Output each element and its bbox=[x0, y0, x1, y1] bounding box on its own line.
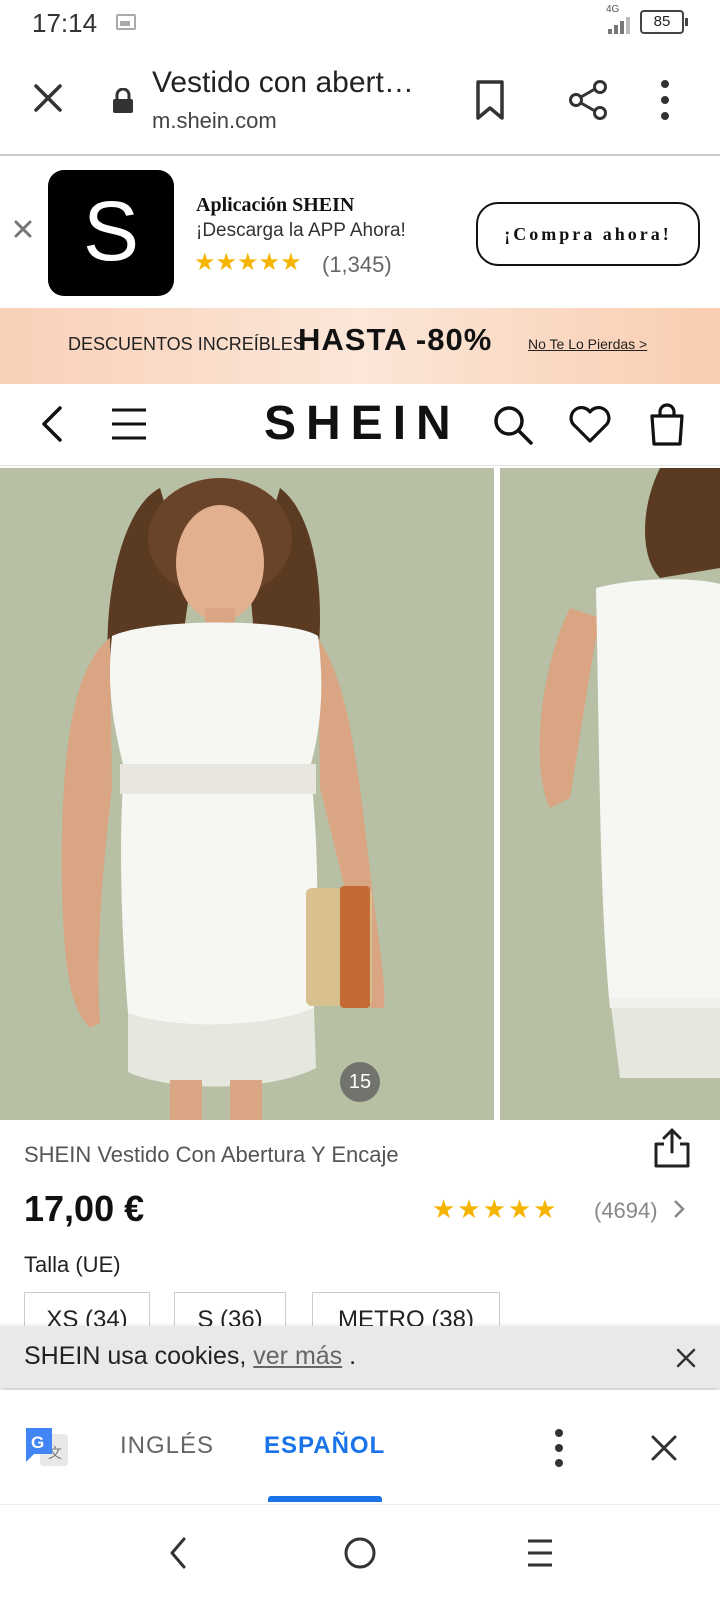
bookmark-icon[interactable] bbox=[470, 78, 510, 122]
lock-icon bbox=[113, 88, 133, 113]
model-back-illustration bbox=[500, 468, 720, 1120]
back-arrow-icon[interactable] bbox=[38, 404, 66, 444]
page-title[interactable]: Vestido con abert… bbox=[152, 66, 432, 100]
close-cookie-icon[interactable] bbox=[676, 1348, 696, 1368]
system-back-icon[interactable] bbox=[166, 1535, 190, 1571]
network-type: 4G bbox=[606, 4, 620, 15]
signal-icon bbox=[608, 16, 630, 34]
shein-app-logo[interactable]: S bbox=[48, 170, 174, 296]
promo-banner[interactable]: DESCUENTOS INCREÍBLES HASTA -80% No Te L… bbox=[0, 308, 720, 384]
status-time: 17:14 bbox=[32, 8, 98, 38]
promo-highlight: HASTA -80% bbox=[298, 322, 493, 357]
selected-tab-indicator bbox=[268, 1496, 382, 1502]
size-label: Talla (UE) bbox=[24, 1252, 121, 1277]
gallery-notification-icon bbox=[116, 14, 136, 30]
model-illustration bbox=[0, 468, 494, 1120]
cookie-text-container: SHEIN usa cookies, ver más . bbox=[24, 1342, 356, 1371]
product-review-count[interactable]: (4694) bbox=[594, 1198, 658, 1224]
share-icon[interactable] bbox=[566, 78, 610, 122]
browser-toolbar: Vestido con abert… m.shein.com bbox=[0, 50, 720, 156]
product-title: SHEIN Vestido Con Abertura Y Encaje bbox=[24, 1142, 399, 1167]
url-domain[interactable]: m.shein.com bbox=[152, 108, 277, 134]
app-rating-stars: ★★★★★ bbox=[194, 249, 302, 276]
system-navigation-bar bbox=[0, 1504, 720, 1600]
product-price: 17,00 € bbox=[24, 1188, 145, 1229]
app-subtitle: ¡Descarga la APP Ahora! bbox=[196, 220, 406, 241]
product-photo-back[interactable] bbox=[500, 468, 720, 1120]
status-bar: 17:14 4G 85 bbox=[0, 0, 720, 46]
language-target-tab[interactable]: ESPAÑOL bbox=[264, 1432, 385, 1460]
app-name: Aplicación SHEIN bbox=[196, 194, 355, 216]
translate-menu-icon[interactable] bbox=[552, 1428, 566, 1468]
translate-bar: 文 G INGLÉS ESPAÑOL bbox=[0, 1390, 720, 1502]
site-header: SHEIN bbox=[0, 384, 720, 466]
shopping-bag-icon[interactable] bbox=[648, 402, 686, 446]
overflow-menu-icon[interactable] bbox=[658, 78, 672, 122]
close-translate-icon[interactable] bbox=[650, 1434, 678, 1462]
hamburger-menu-icon[interactable] bbox=[110, 406, 148, 442]
svg-text:G: G bbox=[31, 1433, 44, 1452]
promo-text: DESCUENTOS INCREÍBLES bbox=[68, 334, 305, 354]
close-tab-icon[interactable] bbox=[28, 78, 68, 118]
product-photo-front[interactable]: 15 bbox=[0, 468, 494, 1120]
product-gallery[interactable]: 15 bbox=[0, 468, 720, 1120]
buy-now-button[interactable]: ¡Compra ahora! bbox=[476, 202, 700, 266]
language-source-tab[interactable]: INGLÉS bbox=[120, 1432, 214, 1460]
share-product-icon[interactable] bbox=[652, 1126, 692, 1170]
close-banner-icon[interactable] bbox=[12, 218, 34, 240]
shein-logo[interactable]: SHEIN bbox=[264, 396, 461, 451]
cookie-text: SHEIN usa cookies, bbox=[24, 1342, 254, 1370]
cookie-more-link[interactable]: ver más bbox=[253, 1342, 342, 1370]
battery-icon: 85 bbox=[640, 10, 688, 34]
wishlist-heart-icon[interactable] bbox=[568, 404, 612, 444]
system-recents-icon[interactable] bbox=[524, 1535, 556, 1571]
app-rating-count: (1,345) bbox=[322, 252, 392, 277]
cookie-notice: SHEIN usa cookies, ver más . bbox=[0, 1326, 720, 1388]
cookie-suffix: . bbox=[342, 1342, 357, 1370]
system-home-icon[interactable] bbox=[342, 1535, 378, 1571]
product-rating-stars[interactable]: ★★★★★ bbox=[432, 1194, 559, 1225]
chevron-right-icon[interactable] bbox=[672, 1198, 686, 1220]
image-counter-badge: 15 bbox=[340, 1062, 380, 1102]
search-icon[interactable] bbox=[492, 404, 534, 446]
google-translate-icon[interactable]: 文 G bbox=[24, 1424, 70, 1470]
promo-link[interactable]: No Te Lo Pierdas > bbox=[528, 336, 647, 352]
app-install-banner: S Aplicación SHEIN ¡Descarga la APP Ahor… bbox=[0, 158, 720, 308]
